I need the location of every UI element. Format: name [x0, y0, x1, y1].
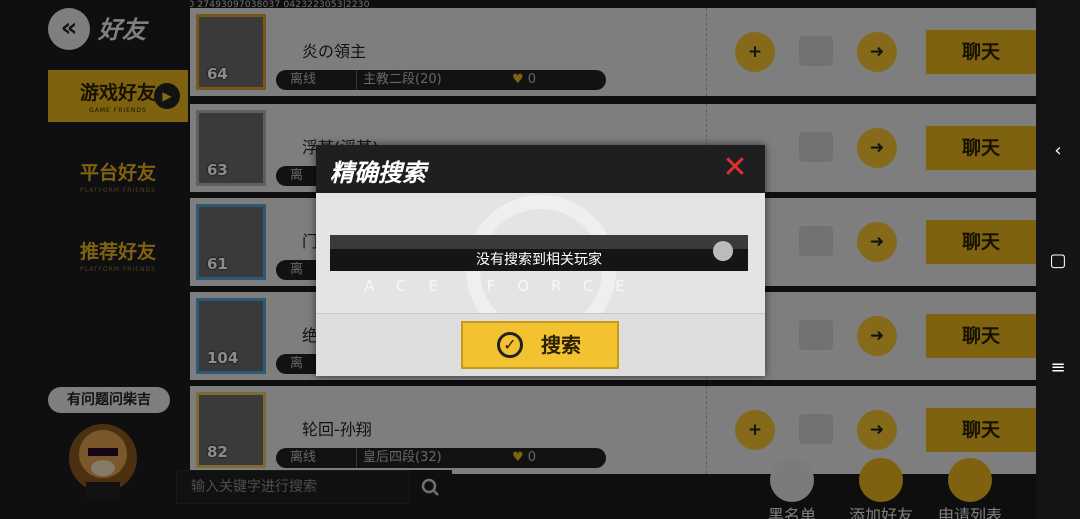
exact-search-dialog: 精确搜索 ✕ ACE FORCE 没有搜索到相关玩家 ✓ 搜索 — [316, 145, 765, 376]
menu-lines-icon[interactable]: ≡ — [1048, 357, 1068, 378]
back-chevron-icon[interactable]: ‹ — [1048, 140, 1068, 161]
check-circle-icon: ✓ — [497, 332, 523, 358]
no-result-toast: 没有搜索到相关玩家 — [330, 249, 748, 271]
home-square-icon[interactable]: ▢ — [1048, 250, 1068, 271]
close-icon[interactable]: ✕ — [719, 153, 751, 185]
dialog-header: 精确搜索 ✕ — [316, 145, 765, 193]
dialog-title: 精确搜索 — [330, 159, 426, 187]
dialog-body: ACE FORCE 没有搜索到相关玩家 — [316, 193, 765, 313]
clear-input-icon[interactable] — [713, 241, 733, 261]
system-nav-bar: ‹ ▢ ≡ — [1036, 0, 1080, 519]
dialog-search-label: 搜索 — [541, 333, 581, 357]
watermark-text: ACE FORCE — [364, 277, 647, 295]
dialog-search-button[interactable]: ✓ 搜索 — [461, 321, 619, 369]
dialog-footer: ✓ 搜索 — [316, 313, 765, 376]
